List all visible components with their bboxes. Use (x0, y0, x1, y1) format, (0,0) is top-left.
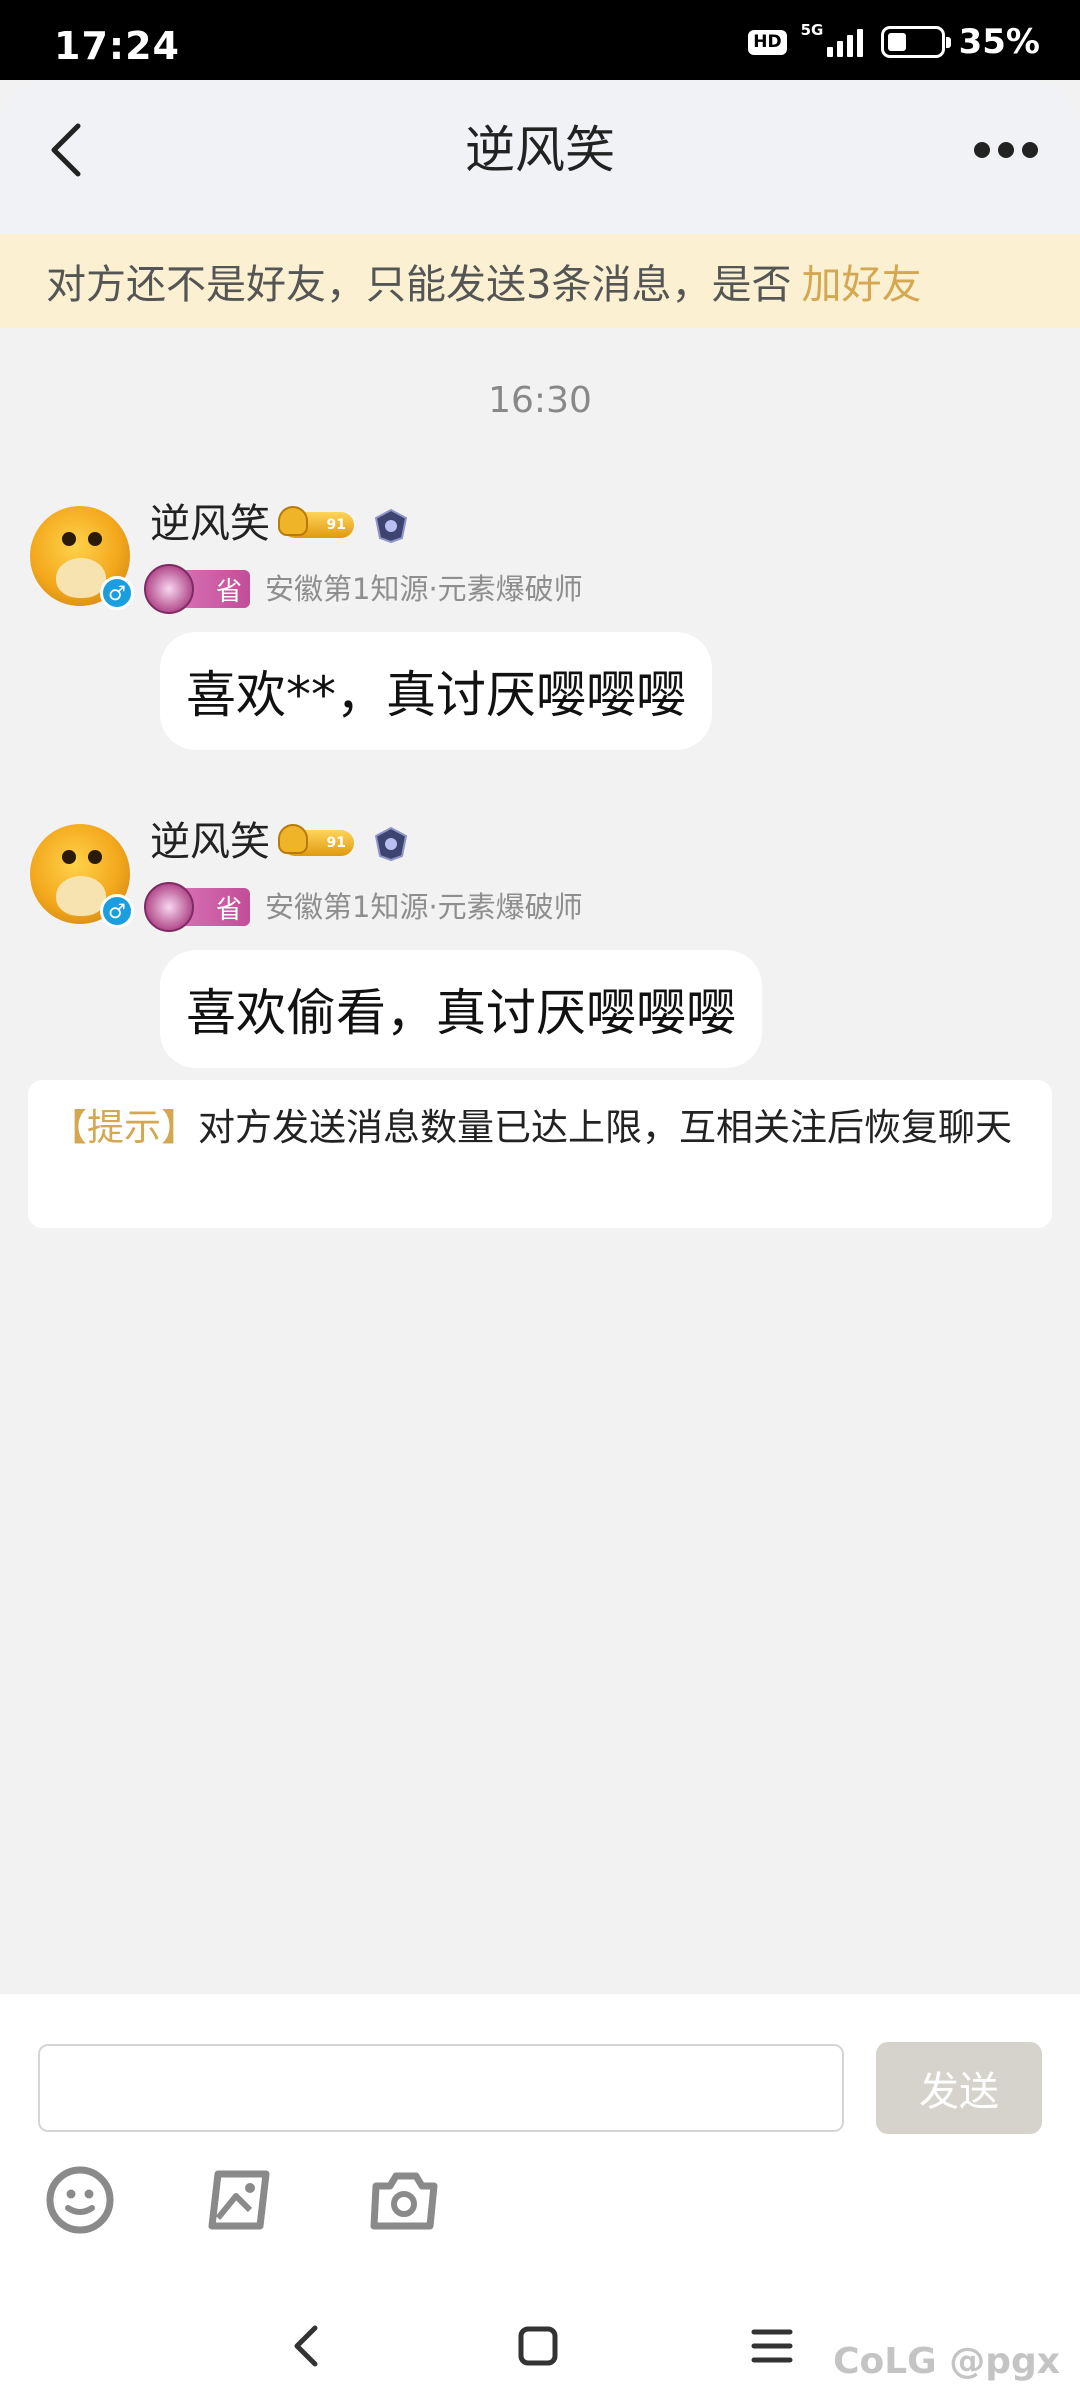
battery-percent: 35% (958, 22, 1040, 62)
network-type: 5G (800, 21, 824, 39)
menu-icon (751, 2329, 793, 2363)
sender-name[interactable]: 逆风笑 (150, 496, 270, 552)
male-icon: ♂ (100, 894, 134, 928)
battery-icon (880, 26, 951, 58)
rank-icon (374, 508, 408, 544)
more-dots-icon (974, 142, 990, 158)
emblem-icon (144, 564, 194, 614)
message-bubble[interactable]: 喜欢**，真讨厌嘤嘤嘤 (160, 632, 712, 750)
hd-icon: HD (748, 29, 787, 55)
signal-icon: 5G (801, 21, 867, 59)
level-badge: 91 (278, 824, 354, 856)
crown-icon (278, 824, 308, 854)
friend-notice: 对方还不是好友，只能发送3条消息，是否 加好友 (0, 234, 1080, 328)
message-timestamp: 16:30 (488, 380, 592, 421)
tip-text: 对方发送消息数量已达上限，互相关注后恢复聊天 (198, 1106, 1012, 1149)
nav-home-button[interactable] (508, 2316, 568, 2376)
emblem-icon (144, 882, 194, 932)
province-badge: 省 (144, 882, 250, 932)
home-icon (518, 2326, 558, 2366)
nav-menu-button[interactable] (742, 2316, 802, 2376)
page-title: 逆风笑 (465, 121, 615, 179)
nav-back-button[interactable] (276, 2316, 336, 2376)
notice-text: 对方还不是好友，只能发送3条消息，是否 (46, 262, 792, 308)
system-nav-bar: CoLG @pgx (0, 2290, 1080, 2400)
status-indicators: HD 5G 35% (748, 21, 1040, 62)
image-icon[interactable] (206, 2164, 278, 2236)
status-bar: 17:24 HD 5G 35% (0, 0, 1080, 80)
avatar[interactable]: ♂ (30, 506, 134, 610)
add-friend-link[interactable]: 加好友 (801, 252, 921, 310)
emoji-icon[interactable] (44, 2164, 116, 2236)
message-input[interactable] (38, 2044, 844, 2132)
crown-icon (278, 506, 308, 536)
chat-header: 逆风笑 (0, 80, 1080, 234)
status-time: 17:24 (54, 24, 180, 68)
watermark: CoLG @pgx (833, 2341, 1060, 2382)
send-button[interactable]: 发送 (876, 2042, 1042, 2134)
battery-level (887, 33, 906, 51)
more-button[interactable] (968, 120, 1044, 180)
rank-icon (374, 826, 408, 862)
province-badge: 省 (144, 564, 250, 614)
camera-icon[interactable] (368, 2164, 440, 2236)
limit-tip: 【提示】对方发送消息数量已达上限，互相关注后恢复聊天 (28, 1080, 1052, 1228)
tip-label: 【提示】 (50, 1106, 198, 1149)
sender-name[interactable]: 逆风笑 (150, 814, 270, 870)
level-badge: 91 (278, 506, 354, 538)
sender-title: 安徽第1知源·元素爆破师 (265, 572, 583, 606)
avatar[interactable]: ♂ (30, 824, 134, 928)
back-icon (294, 2325, 318, 2367)
message-bubble[interactable]: 喜欢偷看，真讨厌嘤嘤嘤 (160, 950, 762, 1068)
male-icon: ♂ (100, 576, 134, 610)
sender-title: 安徽第1知源·元素爆破师 (265, 890, 583, 924)
